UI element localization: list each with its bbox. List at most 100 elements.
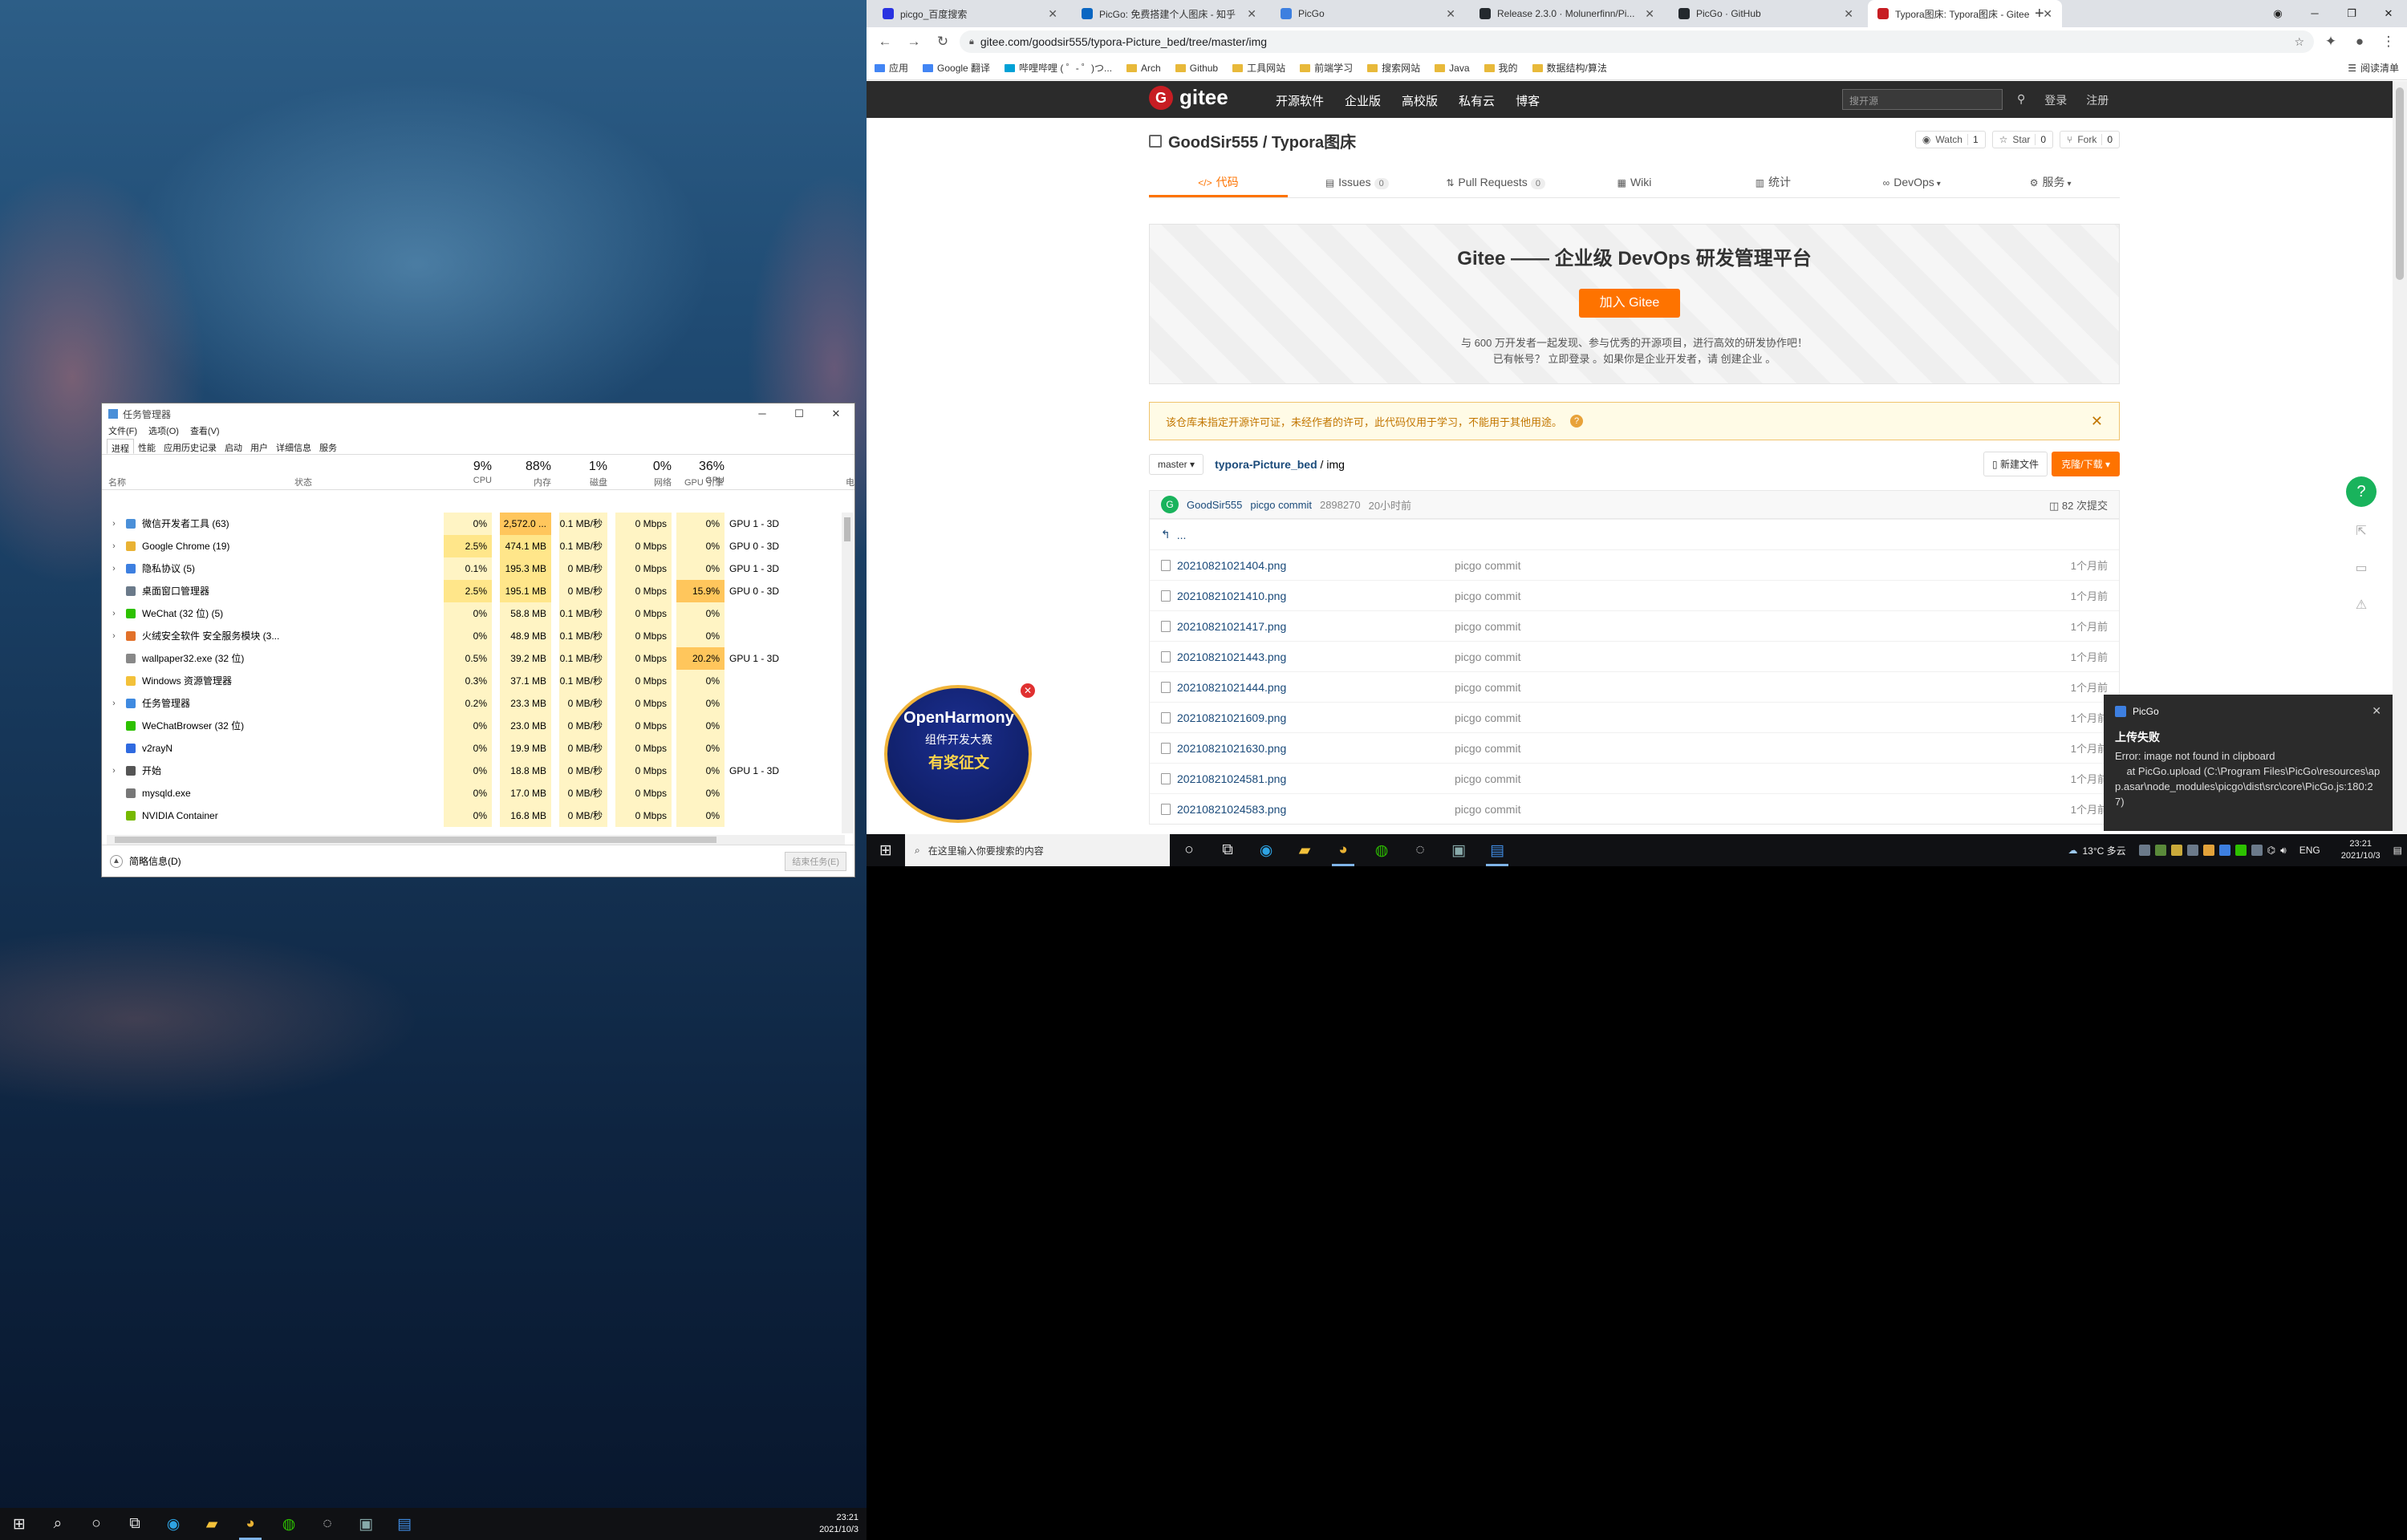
chat-icon[interactable]: ◌ bbox=[308, 1508, 347, 1540]
task-manager-window[interactable]: 任务管理器 ─ ☐ ✕ 文件(F) 选项(O) 查看(V) 进程 性能 应用历史记录 启动… bbox=[101, 403, 855, 877]
app-icon[interactable]: ▣ bbox=[1439, 834, 1478, 866]
bookmark-star-icon[interactable]: ☆ bbox=[2294, 35, 2304, 49]
bookmark-item[interactable]: 应用 bbox=[875, 61, 908, 75]
tray-app-icon[interactable] bbox=[2170, 845, 2182, 856]
horizontal-scrollbar[interactable] bbox=[107, 835, 845, 845]
close-button[interactable]: ✕ bbox=[2370, 0, 2407, 27]
expand-chevron-icon[interactable]: › bbox=[110, 513, 123, 535]
notification-icon[interactable]: ▤ bbox=[2393, 845, 2402, 856]
file-row[interactable]: 20210821024583.png picgo commit 1个月前 bbox=[1150, 793, 2119, 824]
file-commit-message[interactable]: picgo commit bbox=[1455, 681, 1520, 694]
tab-close-icon[interactable]: ✕ bbox=[2043, 7, 2052, 21]
tab-close-icon[interactable]: ✕ bbox=[1048, 7, 1057, 21]
col-memory[interactable]: 内存 bbox=[500, 476, 551, 488]
tab-5[interactable]: 详细信息 bbox=[272, 439, 315, 454]
collapse-icon[interactable]: ▲ bbox=[110, 854, 123, 868]
profile-avatar[interactable]: ● bbox=[2348, 30, 2372, 54]
forward-button[interactable]: → bbox=[902, 30, 926, 54]
maximize-button[interactable]: ☐ bbox=[781, 407, 818, 420]
join-gitee-button[interactable]: 加入 Gitee bbox=[1579, 289, 1680, 318]
expand-chevron-icon[interactable]: › bbox=[110, 602, 123, 625]
volume-icon[interactable]: 🔊︎ bbox=[2280, 845, 2287, 857]
end-task-button[interactable]: 结束任务(E) bbox=[785, 851, 846, 871]
process-row[interactable]: 桌面窗口管理器 2.5% 195.1 MB 0 MB/秒 0 Mbps 15.9% GPU … bbox=[102, 580, 840, 602]
app-icon[interactable]: ▣ bbox=[347, 1508, 385, 1540]
commit-author[interactable]: GoodSir555 bbox=[1187, 499, 1242, 511]
bookmark-item[interactable]: Github bbox=[1175, 61, 1218, 75]
tray-app-icon[interactable] bbox=[2218, 845, 2230, 856]
extensions-icon[interactable]: ✦ bbox=[2319, 30, 2343, 54]
col-network[interactable]: 网络 bbox=[615, 476, 672, 488]
gitee-logo[interactable]: Ggitee bbox=[1149, 85, 1228, 110]
repo-tab[interactable]: ⚙ 服务 ▾ bbox=[1981, 166, 2120, 197]
tray-app-icon[interactable] bbox=[2234, 845, 2247, 856]
chrome-icon[interactable]: ◕ bbox=[1324, 834, 1362, 866]
page-scrollbar[interactable] bbox=[2393, 81, 2407, 834]
bookmark-item[interactable]: Arch bbox=[1126, 61, 1161, 75]
bookmark-item[interactable]: 数据结构/算法 bbox=[1532, 61, 1607, 75]
file-row[interactable]: 20210821021443.png picgo commit 1个月前 bbox=[1150, 641, 2119, 671]
file-commit-message[interactable]: picgo commit bbox=[1455, 650, 1520, 663]
feedback-icon[interactable]: ▭ bbox=[2352, 560, 2370, 578]
menu-icon[interactable]: ⋮ bbox=[2377, 30, 2401, 54]
banner-line-2[interactable]: 已有帐号？ 立即登录 。如果你是企业开发者，请 创建企业 。 bbox=[1150, 351, 2119, 367]
file-row[interactable]: 20210821021417.png picgo commit 1个月前 bbox=[1150, 610, 2119, 641]
bookmark-item[interactable]: 工具网站 bbox=[1232, 61, 1285, 75]
menu-item[interactable]: 查看(V) bbox=[190, 424, 220, 439]
tab-close-icon[interactable]: ✕ bbox=[1247, 7, 1256, 21]
commit-count[interactable]: ◫ 82 次提交 bbox=[2049, 497, 2108, 513]
col-gpu-engine[interactable]: GPU 引擎 bbox=[684, 476, 724, 488]
bookmark-item[interactable]: 哔哩哔哩 ( ゜- ゜)つ... bbox=[1005, 61, 1112, 75]
browser-tab[interactable]: Typora图床: Typora图床 - Gitee ✕ bbox=[1868, 0, 2062, 27]
tray-app-icon[interactable] bbox=[2138, 845, 2150, 856]
picgo-notification[interactable]: PicGo ✕ 上传失败 Error: image not found in cl… bbox=[2104, 695, 2393, 831]
tab-3[interactable]: 启动 bbox=[221, 439, 246, 454]
fewer-details-button[interactable]: 简略信息(D) bbox=[129, 854, 181, 868]
edge-icon[interactable]: ◉ bbox=[154, 1508, 193, 1540]
edge-icon[interactable]: ◉ bbox=[1247, 834, 1285, 866]
task-view-icon[interactable]: ⧉ bbox=[116, 1508, 154, 1540]
login-link[interactable]: 登录 bbox=[2044, 92, 2067, 108]
gitee-nav-item[interactable]: 企业版 bbox=[1345, 92, 1381, 109]
process-row[interactable]: › 隐私协议 (5) 0.1% 195.3 MB 0 MB/秒 0 Mbps 0% GPU 1… bbox=[102, 557, 840, 580]
tab-close-icon[interactable]: ✕ bbox=[1645, 7, 1654, 21]
tab-close-icon[interactable]: ✕ bbox=[1844, 7, 1853, 21]
repo-tab[interactable]: </> 代码 bbox=[1149, 166, 1288, 197]
help-icon[interactable]: ? bbox=[1570, 415, 1584, 428]
tray-app-icon[interactable] bbox=[2202, 845, 2214, 856]
avatar[interactable]: G bbox=[1161, 496, 1179, 513]
new-tab-button[interactable]: + bbox=[2035, 5, 2044, 23]
bookmark-item[interactable]: Google 翻译 bbox=[923, 61, 990, 75]
file-commit-message[interactable]: picgo commit bbox=[1455, 803, 1520, 816]
repo-tab[interactable]: ⇅ Pull Requests 0 bbox=[1427, 166, 1565, 197]
file-row[interactable]: 20210821021410.png picgo commit 1个月前 bbox=[1150, 580, 2119, 610]
file-row[interactable]: 20210821021609.png picgo commit 1个月前 bbox=[1150, 702, 2119, 732]
star-button[interactable]: ☆ Star 0 bbox=[1991, 131, 2054, 148]
repo-title[interactable]: GoodSir555 / Typora图床 bbox=[1168, 129, 1356, 152]
ad-close-icon[interactable]: ✕ bbox=[1021, 683, 1035, 698]
process-row[interactable]: v2rayN 0% 19.9 MB 0 MB/秒 0 Mbps 0% bbox=[102, 737, 840, 760]
toast-close-icon[interactable]: ✕ bbox=[2372, 704, 2381, 718]
reload-button[interactable]: ↻ bbox=[931, 30, 955, 54]
gitee-nav-item[interactable]: 博客 bbox=[1516, 92, 1540, 109]
search-icon[interactable]: ⌕ bbox=[39, 1508, 77, 1540]
clock-left[interactable]: 23:21 2021/10/3 bbox=[811, 1512, 867, 1536]
breadcrumb-repo[interactable]: typora-Picture_bed bbox=[1215, 458, 1317, 471]
process-row[interactable]: › 开始 0% 18.8 MB 0 MB/秒 0 Mbps 0% GPU 1 - 3D bbox=[102, 760, 840, 782]
process-row[interactable]: WeChatBrowser (32 位) 0% 23.0 MB 0 MB/秒 0 Mbp… bbox=[102, 715, 840, 737]
file-name[interactable]: 20210821021443.png bbox=[1177, 650, 1286, 663]
share-icon[interactable]: ⇱ bbox=[2352, 523, 2370, 541]
process-row[interactable]: › 火绒安全软件 安全服务模块 (3... 0% 48.9 MB 0.1 MB/秒 0 M… bbox=[102, 625, 840, 647]
file-row[interactable]: 20210821024581.png picgo commit 1个月前 bbox=[1150, 763, 2119, 793]
col-status[interactable]: 状态 bbox=[294, 476, 312, 488]
cortana-icon[interactable]: ○ bbox=[1170, 834, 1208, 866]
col-name[interactable]: 名称 bbox=[108, 476, 126, 488]
parent-dir-row[interactable]: ↰... bbox=[1150, 519, 2119, 549]
tab-2[interactable]: 应用历史记录 bbox=[160, 439, 221, 454]
file-name[interactable]: 20210821024581.png bbox=[1177, 772, 1286, 785]
task-manager-titlebar[interactable]: 任务管理器 ─ ☐ ✕ bbox=[102, 403, 854, 424]
file-commit-message[interactable]: picgo commit bbox=[1455, 559, 1520, 572]
file-commit-message[interactable]: picgo commit bbox=[1455, 772, 1520, 785]
repo-tab[interactable]: ▥ 统计 bbox=[1703, 166, 1842, 197]
file-explorer-icon[interactable]: ▰ bbox=[1285, 834, 1324, 866]
